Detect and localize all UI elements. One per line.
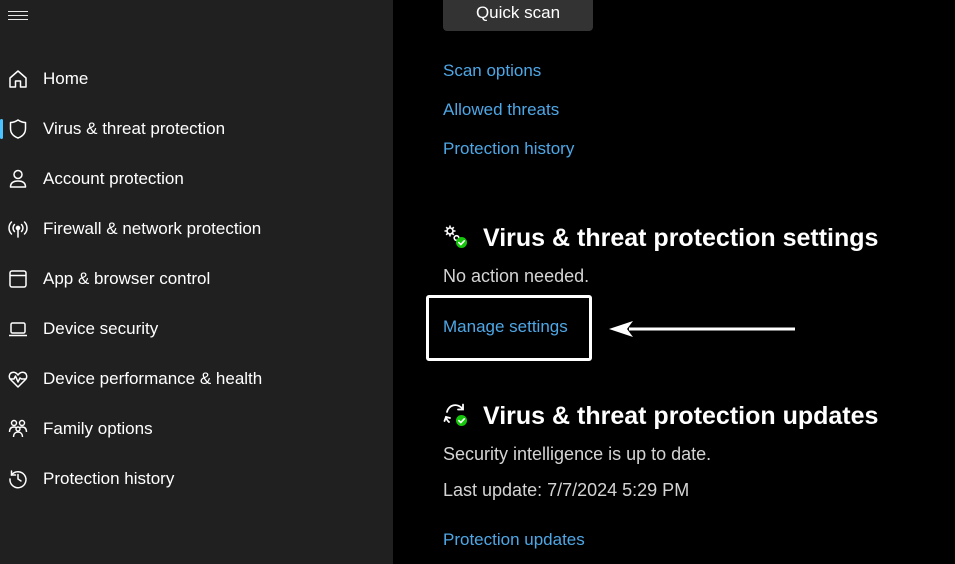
main-content: Quick scan Scan options Allowed threats … (393, 0, 955, 564)
last-update-text: Last update: 7/7/2024 5:29 PM (443, 480, 690, 500)
sidebar-item-label: Firewall & network protection (43, 219, 262, 238)
laptop-icon (7, 318, 29, 340)
app-window-icon (7, 268, 29, 290)
sidebar-item-family-options[interactable]: Family options (0, 407, 393, 451)
hamburger-menu-icon[interactable] (8, 11, 28, 25)
updates-section-title: Virus & threat protection updates (483, 402, 879, 430)
wifi-signal-icon (7, 218, 29, 240)
settings-section-title: Virus & threat protection settings (483, 224, 879, 252)
scan-options-link[interactable]: Scan options (443, 61, 541, 81)
home-icon (7, 68, 29, 90)
sidebar-item-app-browser-control[interactable]: App & browser control (0, 257, 393, 301)
annotation-highlight-box (426, 295, 592, 361)
sidebar-item-account-protection[interactable]: Account protection (0, 157, 393, 201)
sidebar-item-device-security[interactable]: Device security (0, 307, 393, 351)
sidebar-item-label: Account protection (43, 169, 184, 188)
refresh-check-icon (443, 402, 469, 428)
updates-status-text: Security intelligence is up to date. (443, 444, 712, 464)
history-icon (7, 468, 29, 490)
sidebar-item-label: App & browser control (43, 269, 211, 288)
annotation-arrow-icon (609, 321, 795, 337)
shield-icon (7, 118, 29, 140)
sidebar-item-device-performance-health[interactable]: Device performance & health (0, 357, 393, 401)
person-icon (7, 168, 29, 190)
sidebar: Home Virus & threat protection Account p… (0, 0, 393, 564)
sidebar-item-label: Home (43, 69, 89, 88)
gear-check-icon (443, 224, 469, 250)
sidebar-item-label: Device performance & health (43, 369, 263, 388)
sidebar-item-home[interactable]: Home (0, 57, 393, 101)
settings-status-text: No action needed. (443, 266, 590, 286)
sidebar-item-firewall-network-protection[interactable]: Firewall & network protection (0, 207, 393, 251)
sidebar-item-label: Protection history (43, 469, 175, 488)
protection-history-link[interactable]: Protection history (443, 139, 574, 159)
heart-pulse-icon (7, 368, 29, 390)
sidebar-item-label: Device security (43, 319, 159, 338)
sidebar-item-protection-history[interactable]: Protection history (0, 457, 393, 501)
family-icon (7, 418, 29, 440)
quick-scan-button[interactable]: Quick scan (443, 0, 593, 31)
sidebar-item-label: Family options (43, 419, 153, 438)
sidebar-item-virus-threat-protection[interactable]: Virus & threat protection (0, 107, 393, 151)
protection-updates-link[interactable]: Protection updates (443, 530, 585, 550)
sidebar-item-label: Virus & threat protection (43, 119, 226, 138)
allowed-threats-link[interactable]: Allowed threats (443, 100, 559, 120)
